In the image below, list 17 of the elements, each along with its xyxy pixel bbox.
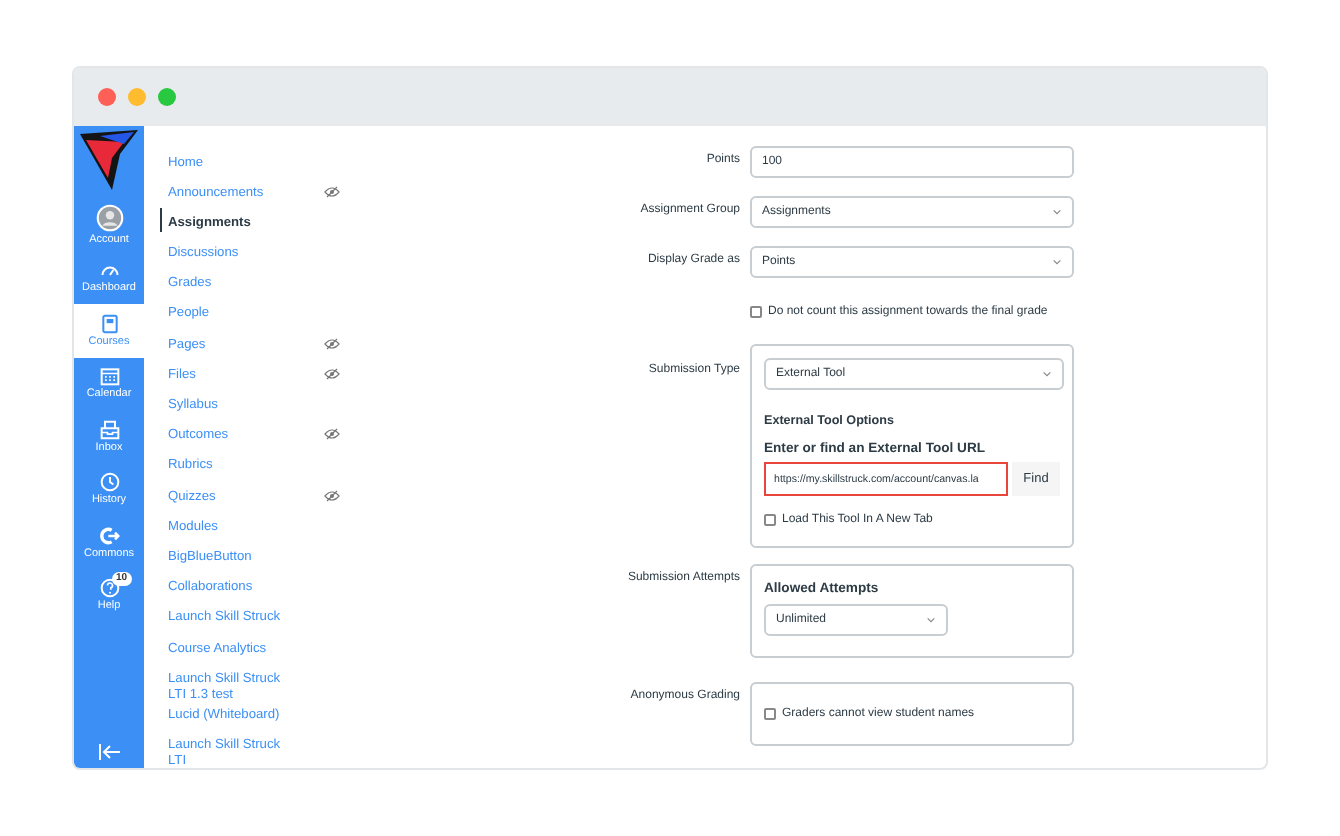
- checkbox[interactable]: [750, 306, 762, 318]
- avatar-icon: [95, 203, 123, 232]
- close-button[interactable]: [98, 88, 116, 106]
- book-icon: [99, 313, 119, 334]
- checkbox[interactable]: [764, 708, 776, 720]
- clock-icon: [99, 472, 119, 493]
- checkbox[interactable]: [764, 514, 776, 526]
- calendar-icon: [99, 366, 119, 387]
- chevron-down-icon: [926, 616, 936, 624]
- chevron-down-icon: [1042, 370, 1052, 378]
- inbox-icon: [99, 419, 119, 440]
- chevron-down-icon: [1052, 208, 1062, 216]
- collapse-icon[interactable]: [98, 744, 120, 760]
- help-icon: [99, 578, 119, 599]
- chevron-down-icon: [1052, 258, 1062, 266]
- share-icon: [99, 525, 119, 546]
- maximize-button[interactable]: [158, 88, 176, 106]
